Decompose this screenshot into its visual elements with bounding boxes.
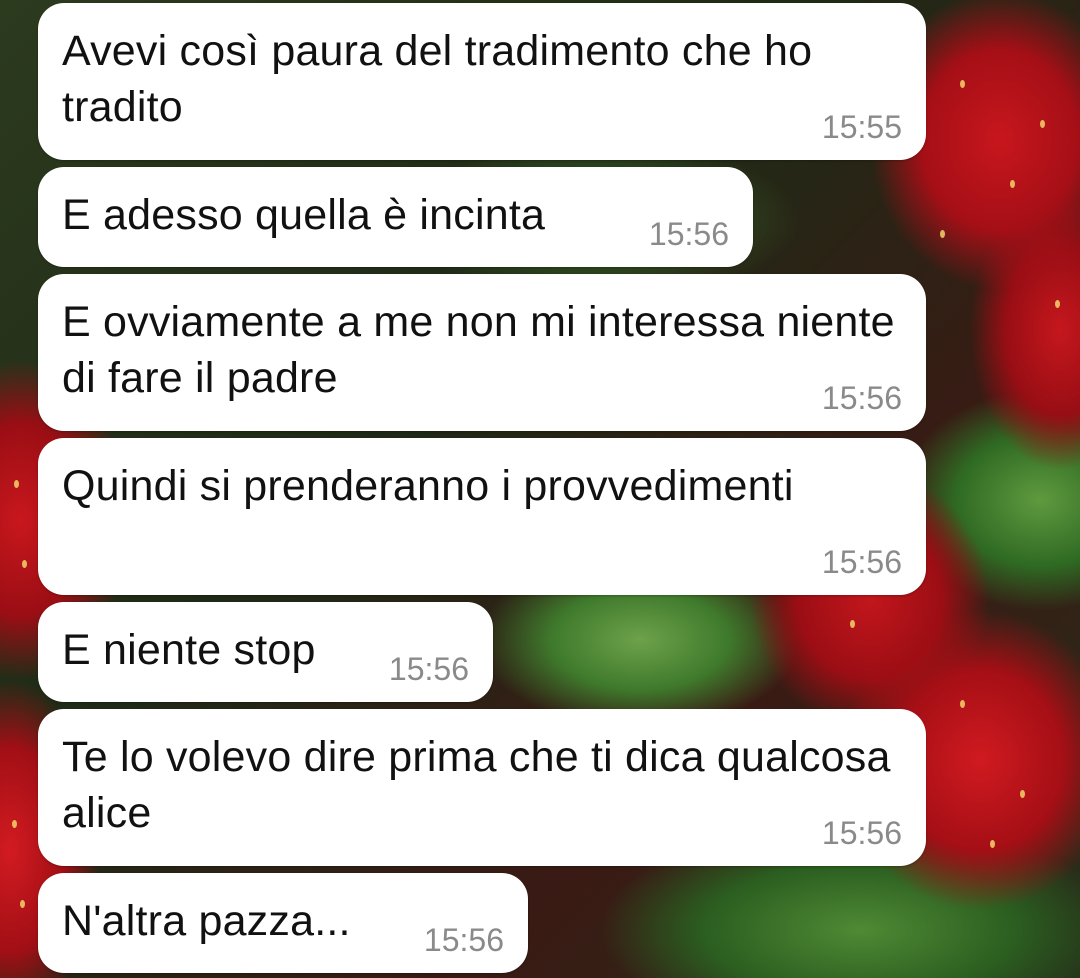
message-bubble[interactable]: N'altra pazza... 15:56	[38, 873, 528, 973]
message-bubble[interactable]: E ovviamente a me non mi interessa nient…	[38, 274, 926, 431]
message-timestamp: 15:56	[648, 216, 729, 252]
message-text: E adesso quella è incinta	[62, 191, 546, 239]
message-timestamp: 15:56	[821, 815, 902, 851]
message-text: Te lo volevo dire prima che ti dica qual…	[62, 733, 903, 837]
message-bubble[interactable]: Avevi così paura del tradimento che ho t…	[38, 3, 926, 160]
message-timestamp: 15:56	[423, 922, 504, 958]
message-list[interactable]: Avevi così paura del tradimento che ho t…	[0, 0, 1080, 978]
message-bubble[interactable]: Te lo volevo dire prima che ti dica qual…	[38, 709, 926, 866]
message-text: E ovviamente a me non mi interessa nient…	[62, 298, 907, 402]
message-timestamp: 15:56	[821, 380, 902, 416]
message-bubble[interactable]: E niente stop 15:56	[38, 602, 493, 702]
message-timestamp: 15:56	[388, 651, 469, 687]
message-bubble[interactable]: E adesso quella è incinta 15:56	[38, 167, 753, 267]
message-text: Quindi si prenderanno i provvedimenti	[62, 462, 794, 510]
message-timestamp: 15:56	[821, 544, 902, 580]
message-bubble[interactable]: Quindi si prenderanno i provvedimenti 15…	[38, 438, 926, 595]
message-text: Avevi così paura del tradimento che ho t…	[62, 27, 825, 131]
message-timestamp: 15:55	[821, 109, 902, 145]
